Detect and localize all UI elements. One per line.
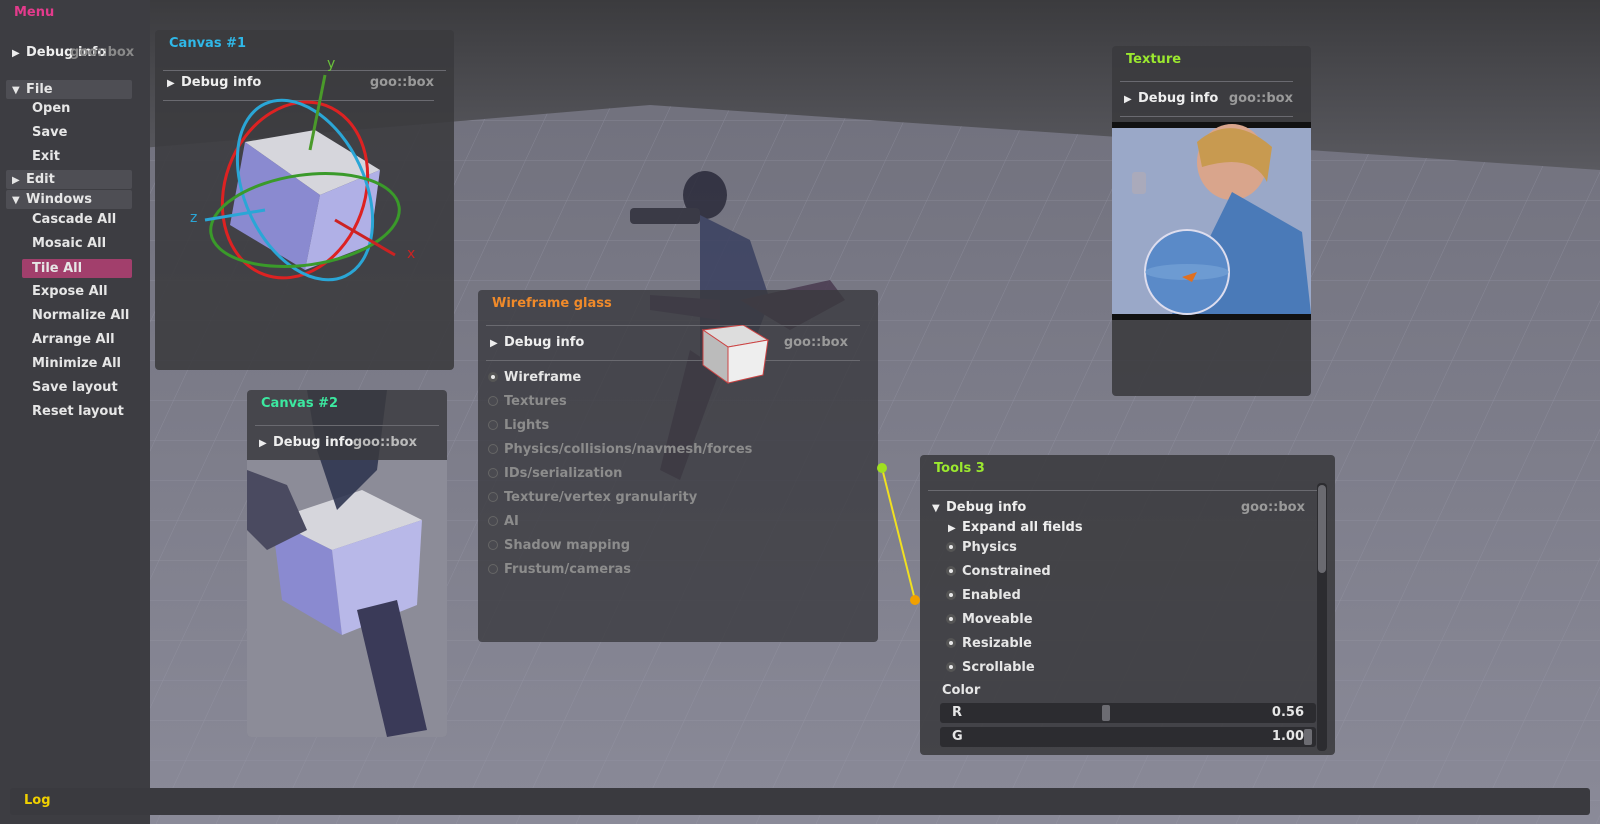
menu-header-file[interactable]: ▼ File (6, 80, 132, 99)
canvas2-goo-label: goo::box (352, 435, 417, 450)
menu-item-expose-all[interactable]: Expose All (32, 284, 108, 299)
menu-item-reset-layout[interactable]: Reset layout (32, 404, 124, 419)
slider-r-label: R (952, 705, 963, 720)
node-connector (877, 463, 920, 605)
canvas1-window[interactable]: Canvas #1 ▶ Debug info goo::box y z x (155, 30, 454, 370)
tools3-scroll-thumb[interactable] (1318, 485, 1326, 573)
wireframe-cube (701, 325, 770, 384)
wireframe-window[interactable]: Wireframe glass ▶ Debug info goo::box Wir… (478, 290, 878, 642)
expanded-arrow-icon: ▼ (12, 85, 20, 96)
menu-header-windows[interactable]: ▼ Windows (6, 190, 132, 209)
option-granularity[interactable]: Texture/vertex granularity (488, 490, 697, 505)
expand-all-fields[interactable]: ▶ Expand all fields (948, 520, 1083, 535)
tools3-scrollbar[interactable] (1317, 483, 1327, 751)
wireframe-goo-label: goo::box (783, 335, 848, 350)
canvas1-gizmo-view[interactable]: y z x (155, 30, 454, 370)
menu-title: Menu (14, 5, 55, 20)
radio-unchecked-icon (488, 396, 498, 406)
log-bar[interactable]: Log (10, 788, 1590, 815)
log-title: Log (24, 793, 51, 808)
radio-unchecked-icon (488, 444, 498, 454)
radio-checked-icon (946, 614, 956, 624)
option-physics[interactable]: Physics/collisions/navmesh/forces (488, 442, 752, 457)
slider-g-label: G (952, 729, 963, 744)
canvas2-debug-info[interactable]: ▶ Debug info (259, 435, 353, 450)
texture-title: Texture (1126, 52, 1182, 67)
slider-r-knob[interactable] (1102, 705, 1111, 721)
collapsed-arrow-icon: ▶ (490, 338, 498, 349)
color-label: Color (942, 683, 981, 698)
texture-goo-label: goo::box (1228, 91, 1293, 106)
radio-unchecked-icon (488, 564, 498, 574)
texture-window[interactable]: Texture ▶ Debug info goo::box (1112, 46, 1311, 396)
radio-checked-icon (488, 372, 498, 382)
wireframe-debug-info[interactable]: ▶ Debug info (490, 335, 584, 350)
radio-unchecked-icon (488, 420, 498, 430)
slider-r-value: 0.56 (1271, 705, 1304, 720)
radio-unchecked-icon (488, 540, 498, 550)
tools3-title: Tools 3 (934, 461, 985, 476)
menu-item-exit[interactable]: Exit (32, 149, 60, 164)
radio-checked-icon (946, 542, 956, 552)
canvas1-axis-y: y (327, 56, 335, 72)
slider-g-knob[interactable] (1304, 729, 1312, 745)
tools3-goo-label: goo::box (1240, 500, 1305, 515)
canvas1-axis-z: z (190, 210, 197, 226)
menu-item-normalize-all[interactable]: Normalize All (32, 308, 129, 323)
tools3-window[interactable]: Tools 3 ▼ Debug info goo::box ▶ Expand all… (920, 455, 1335, 755)
flag-moveable[interactable]: Moveable (946, 612, 1033, 627)
collapsed-arrow-icon: ▶ (948, 523, 956, 534)
option-lights[interactable]: Lights (488, 418, 549, 433)
radio-checked-icon (946, 566, 956, 576)
menu-item-arrange-all[interactable]: Arrange All (32, 332, 115, 347)
slider-g[interactable]: G 1.00 (940, 727, 1316, 747)
collapsed-arrow-icon: ▶ (12, 175, 20, 186)
radio-unchecked-icon (488, 492, 498, 502)
option-textures[interactable]: Textures (488, 394, 567, 409)
menu-item-save[interactable]: Save (32, 125, 67, 140)
slider-g-value: 1.00 (1271, 729, 1304, 744)
radio-checked-icon (946, 662, 956, 672)
menu-item-minimize-all[interactable]: Minimize All (32, 356, 121, 371)
side-menu: Menu ▶ Debug info goo::box ▼ File Open Sav… (0, 0, 150, 824)
tools3-debug-info[interactable]: ▼ Debug info (932, 500, 1026, 515)
option-wireframe[interactable]: Wireframe (488, 370, 581, 385)
option-ai[interactable]: AI (488, 514, 519, 529)
radio-unchecked-icon (488, 516, 498, 526)
menu-item-open[interactable]: Open (32, 101, 70, 116)
radio-checked-icon (946, 590, 956, 600)
expanded-arrow-icon: ▼ (932, 503, 940, 514)
collapsed-arrow-icon: ▶ (259, 438, 267, 449)
canvas2-title: Canvas #2 (261, 396, 339, 411)
flag-scrollable[interactable]: Scrollable (946, 660, 1035, 675)
flag-constrained[interactable]: Constrained (946, 564, 1051, 579)
option-frustum[interactable]: Frustum/cameras (488, 562, 631, 577)
option-shadow-mapping[interactable]: Shadow mapping (488, 538, 630, 553)
menu-item-cascade-all[interactable]: Cascade All (32, 212, 116, 227)
flag-enabled[interactable]: Enabled (946, 588, 1021, 603)
menu-item-mosaic-all[interactable]: Mosaic All (32, 236, 106, 251)
flag-resizable[interactable]: Resizable (946, 636, 1032, 651)
canvas2-window[interactable]: Canvas #2 ▶ Debug info goo::box (247, 390, 447, 737)
menu-debug-ghost: goo::box (70, 45, 135, 60)
canvas1-axis-x: x (407, 246, 415, 262)
texture-image (1112, 122, 1311, 320)
collapsed-arrow-icon: ▶ (1124, 94, 1132, 105)
menu-header-edit[interactable]: ▶ Edit (6, 170, 132, 189)
flag-physics[interactable]: Physics (946, 540, 1017, 555)
option-ids[interactable]: IDs/serialization (488, 466, 622, 481)
slider-r[interactable]: R 0.56 (940, 703, 1316, 723)
menu-item-save-layout[interactable]: Save layout (32, 380, 118, 395)
radio-checked-icon (946, 638, 956, 648)
collapsed-arrow-icon: ▶ (12, 48, 20, 59)
wireframe-title: Wireframe glass (492, 296, 612, 311)
texture-debug-info[interactable]: ▶ Debug info (1124, 91, 1218, 106)
radio-unchecked-icon (488, 468, 498, 478)
expanded-arrow-icon: ▼ (12, 195, 20, 206)
menu-item-tile-all[interactable]: Tile All (22, 259, 132, 278)
